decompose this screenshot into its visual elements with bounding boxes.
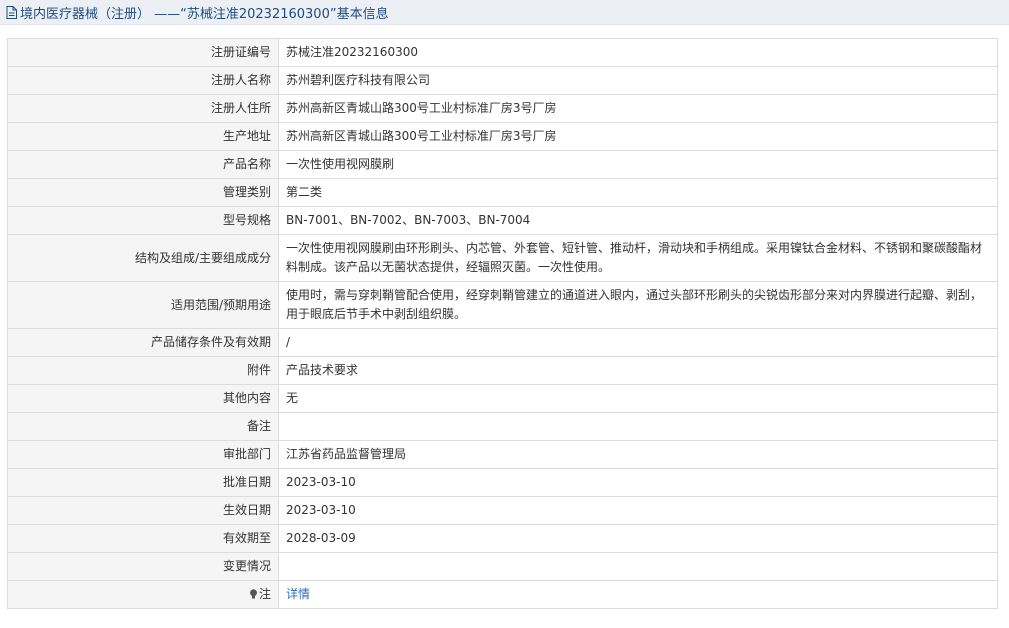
table-row: 适用范围/预期用途 使用时，需与穿刺鞘管配合使用，经穿刺鞘管建立的通道进入眼内，… <box>7 281 998 329</box>
table-row: 注册人住所 苏州高新区青城山路300号工业村标准厂房3号厂房 <box>7 94 998 123</box>
table-row: 结构及组成/主要组成成分 一次性使用视网膜刷由环形刷头、内芯管、外套管、短针管、… <box>7 234 998 282</box>
field-label: 批准日期 <box>7 468 279 497</box>
table-row: 注册证编号 苏械注准20232160300 <box>7 38 998 67</box>
field-label: 产品名称 <box>7 150 279 179</box>
field-value: 2023-03-10 <box>278 496 998 525</box>
table-row: 产品名称 一次性使用视网膜刷 <box>7 150 998 179</box>
field-label: 附件 <box>7 356 279 385</box>
table-row: 批准日期 2023-03-10 <box>7 468 998 497</box>
field-label: 注册证编号 <box>7 38 279 67</box>
field-label: 变更情况 <box>7 552 279 581</box>
field-label: 生产地址 <box>7 122 279 151</box>
field-value: BN-7001、BN-7002、BN-7003、BN-7004 <box>278 206 998 235</box>
field-value: 苏州高新区青城山路300号工业村标准厂房3号厂房 <box>278 94 998 123</box>
table-row: 有效期至 2028-03-09 <box>7 524 998 553</box>
details-link[interactable]: 详情 <box>286 587 310 601</box>
note-value-cell: 详情 <box>278 580 998 609</box>
table-row: 备注 <box>7 412 998 441</box>
field-value: 第二类 <box>278 178 998 207</box>
field-label: 型号规格 <box>7 206 279 235</box>
table-row: 型号规格 BN-7001、BN-7002、BN-7003、BN-7004 <box>7 206 998 235</box>
field-value: 2023-03-10 <box>278 468 998 497</box>
detail-table: 注册证编号 苏械注准20232160300 注册人名称 苏州碧利医疗科技有限公司… <box>7 38 998 609</box>
page-title-bar: 境内医疗器械（注册） ——“苏械注准20232160300”基本信息 <box>0 0 1009 25</box>
field-label: 管理类别 <box>7 178 279 207</box>
field-value: 苏械注准20232160300 <box>278 38 998 67</box>
note-label-cell: 注 <box>7 580 279 609</box>
field-value: 江苏省药品监督管理局 <box>278 440 998 469</box>
field-value: 苏州高新区青城山路300号工业村标准厂房3号厂房 <box>278 122 998 151</box>
table-row: 管理类别 第二类 <box>7 178 998 207</box>
field-label: 适用范围/预期用途 <box>7 281 279 329</box>
table-row: 生效日期 2023-03-10 <box>7 496 998 525</box>
table-row: 变更情况 <box>7 552 998 581</box>
field-value <box>278 412 998 441</box>
table-row: 附件 产品技术要求 <box>7 356 998 385</box>
table-row: 生产地址 苏州高新区青城山路300号工业村标准厂房3号厂房 <box>7 122 998 151</box>
field-label: 备注 <box>7 412 279 441</box>
field-value: / <box>278 328 998 357</box>
field-label: 产品储存条件及有效期 <box>7 328 279 357</box>
field-value <box>278 552 998 581</box>
lightbulb-icon <box>249 586 258 599</box>
field-value: 产品技术要求 <box>278 356 998 385</box>
table-row: 其他内容 无 <box>7 384 998 413</box>
table-row: 审批部门 江苏省药品监督管理局 <box>7 440 998 469</box>
field-label: 其他内容 <box>7 384 279 413</box>
field-value: 2028-03-09 <box>278 524 998 553</box>
field-value: 使用时，需与穿刺鞘管配合使用，经穿刺鞘管建立的通道进入眼内，通过头部环形刷头的尖… <box>278 281 998 329</box>
field-value: 一次性使用视网膜刷由环形刷头、内芯管、外套管、短针管、推动杆，滑动块和手柄组成。… <box>278 234 998 282</box>
table-row: 产品储存条件及有效期 / <box>7 328 998 357</box>
field-label: 结构及组成/主要组成成分 <box>7 234 279 282</box>
page-title: 境内医疗器械（注册） ——“苏械注准20232160300”基本信息 <box>20 6 389 22</box>
field-label: 有效期至 <box>7 524 279 553</box>
field-value: 苏州碧利医疗科技有限公司 <box>278 66 998 95</box>
note-label: 注 <box>258 587 271 601</box>
field-value: 无 <box>278 384 998 413</box>
note-row: 注 详情 <box>7 580 998 609</box>
field-label: 生效日期 <box>7 496 279 525</box>
field-label: 审批部门 <box>7 440 279 469</box>
field-label: 注册人住所 <box>7 94 279 123</box>
field-label: 注册人名称 <box>7 66 279 95</box>
document-icon <box>5 5 18 19</box>
field-value: 一次性使用视网膜刷 <box>278 150 998 179</box>
table-row: 注册人名称 苏州碧利医疗科技有限公司 <box>7 66 998 95</box>
